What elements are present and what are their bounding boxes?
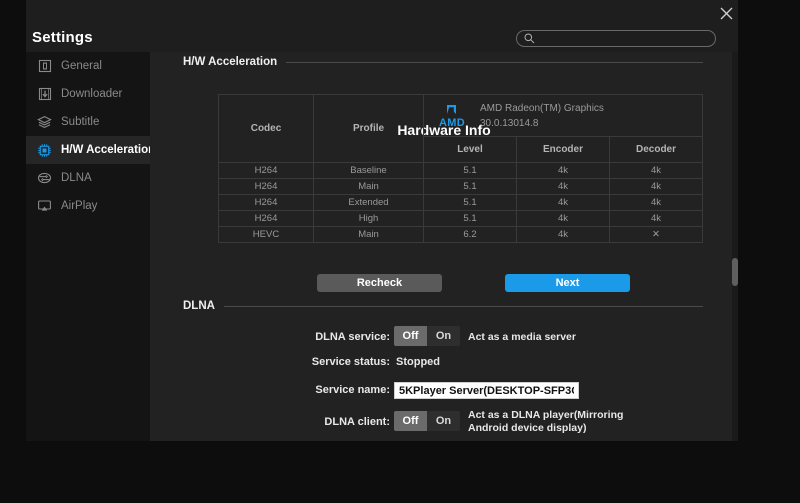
dlna-service-label: DLNA service:: [260, 331, 390, 343]
cell-encoder: 4k: [517, 163, 610, 179]
search-icon: [524, 33, 535, 44]
sidebar-item-label: AirPlay: [61, 200, 97, 212]
service-status-value: Stopped: [396, 356, 440, 368]
sidebar-item-subtitle[interactable]: Subtitle: [26, 108, 150, 136]
cell-profile: High: [314, 211, 424, 227]
dlna-client-toggle[interactable]: Off On: [394, 411, 460, 431]
section-header-dlna: DLNA: [183, 300, 703, 312]
cell-profile: Main: [314, 227, 424, 243]
cell-codec: H264: [219, 211, 314, 227]
table-row: HEVC Main 6.2 4k ✕: [219, 227, 703, 243]
dlna-service-toggle[interactable]: Off On: [394, 326, 460, 346]
next-button[interactable]: Next: [505, 274, 630, 292]
section-divider: [224, 306, 703, 307]
cell-encoder: 4k: [517, 195, 610, 211]
cell-level: 5.1: [424, 179, 517, 195]
col-decoder: Decoder: [610, 137, 703, 163]
search-input[interactable]: [535, 31, 715, 46]
sidebar-item-label: Subtitle: [61, 116, 99, 128]
cell-encoder: 4k: [517, 211, 610, 227]
cell-level: 5.1: [424, 211, 517, 227]
sidebar-item-general[interactable]: General: [26, 52, 150, 80]
amd-logo-icon: AMD: [432, 102, 472, 129]
gpu-info-cell: AMD AMD Radeon(TM) Graphics 30.0.13014.8: [424, 95, 703, 137]
dlna-service-toggle-on[interactable]: On: [427, 326, 460, 346]
screen: Settings: [0, 0, 800, 503]
cell-level: 6.2: [424, 227, 517, 243]
sidebar-item-downloader[interactable]: Downloader: [26, 80, 150, 108]
dlna-client-hint-line2: Android device display): [468, 422, 623, 435]
sidebar-item-dlna[interactable]: DLNA: [26, 164, 150, 192]
cell-profile: Extended: [314, 195, 424, 211]
cell-codec: HEVC: [219, 227, 314, 243]
amd-logo-text: AMD: [439, 118, 465, 129]
search-box[interactable]: [516, 30, 716, 47]
dlna-client-hint: Act as a DLNA player(Mirroring Android d…: [468, 409, 623, 435]
section-header-hw: H/W Acceleration: [183, 56, 703, 68]
table-row: H264 Extended 5.1 4k 4k: [219, 195, 703, 211]
settings-dialog: Settings: [26, 0, 738, 441]
gpu-driver-version: 30.0.13014.8: [480, 116, 623, 131]
cpu-chip-icon: [36, 142, 53, 159]
dlna-client-label: DLNA client:: [260, 416, 390, 428]
table-row: H264 Main 5.1 4k 4k: [219, 179, 703, 195]
document-panel-icon: [36, 58, 53, 75]
service-name-input[interactable]: [394, 382, 579, 399]
cell-profile: Main: [314, 179, 424, 195]
cell-encoder: 4k: [517, 179, 610, 195]
sidebar-item-label: H/W Acceleration: [61, 144, 155, 156]
dlna-service-hint: Act as a media server: [468, 331, 576, 344]
service-name-label: Service name:: [260, 384, 390, 396]
table-header-row: Codec Profile AMD AMD Radeon(TM) Gra: [219, 95, 703, 137]
col-profile: Profile: [314, 95, 424, 163]
page-title: Settings: [32, 29, 93, 46]
hardware-info-table: Codec Profile AMD AMD Radeon(TM) Gra: [218, 94, 703, 243]
gpu-name: AMD Radeon(TM) Graphics: [480, 101, 623, 116]
cell-codec: H264: [219, 179, 314, 195]
section-divider: [286, 62, 703, 63]
dlna-client-toggle-off[interactable]: Off: [394, 411, 427, 431]
dlna-client-toggle-on[interactable]: On: [427, 411, 460, 431]
dlna-client-hint-line1: Act as a DLNA player(Mirroring: [468, 409, 623, 422]
col-encoder: Encoder: [517, 137, 610, 163]
service-status-label: Service status:: [260, 356, 390, 368]
cell-level: 5.1: [424, 195, 517, 211]
dlna-circle-icon: [36, 170, 53, 187]
section-title: DLNA: [183, 300, 215, 312]
title-bar: Settings: [26, 0, 738, 52]
cell-decoder: 4k: [610, 195, 703, 211]
content-scrollbar-thumb[interactable]: [732, 258, 738, 286]
content-scrollbar-track[interactable]: [732, 52, 738, 441]
film-download-icon: [36, 86, 53, 103]
sidebar-item-hw-acceleration[interactable]: H/W Acceleration: [26, 136, 150, 164]
cell-codec: H264: [219, 163, 314, 179]
col-level: Level: [424, 137, 517, 163]
dlna-service-toggle-off[interactable]: Off: [394, 326, 427, 346]
cell-codec: H264: [219, 195, 314, 211]
cell-decoder: 4k: [610, 179, 703, 195]
sidebar-item-label: DLNA: [61, 172, 92, 184]
cell-decoder: 4k: [610, 163, 703, 179]
sidebar-item-airplay[interactable]: AirPlay: [26, 192, 150, 220]
sidebar-item-label: Downloader: [61, 88, 122, 100]
table-row: H264 High 5.1 4k 4k: [219, 211, 703, 227]
section-title: H/W Acceleration: [183, 56, 277, 68]
cell-encoder: 4k: [517, 227, 610, 243]
cell-profile: Baseline: [314, 163, 424, 179]
col-codec: Codec: [219, 95, 314, 163]
cell-level: 5.1: [424, 163, 517, 179]
table-row: H264 Baseline 5.1 4k 4k: [219, 163, 703, 179]
airplay-icon: [36, 198, 53, 215]
settings-content: H/W Acceleration Hardware Info Codec Pro…: [150, 52, 738, 441]
close-button[interactable]: [715, 2, 737, 24]
cell-decoder-unsupported: ✕: [610, 227, 703, 243]
recheck-button[interactable]: Recheck: [317, 274, 442, 292]
sidebar-item-label: General: [61, 60, 102, 72]
layers-icon: [36, 114, 53, 131]
cell-decoder: 4k: [610, 211, 703, 227]
sidebar: General Downloader: [26, 52, 150, 441]
